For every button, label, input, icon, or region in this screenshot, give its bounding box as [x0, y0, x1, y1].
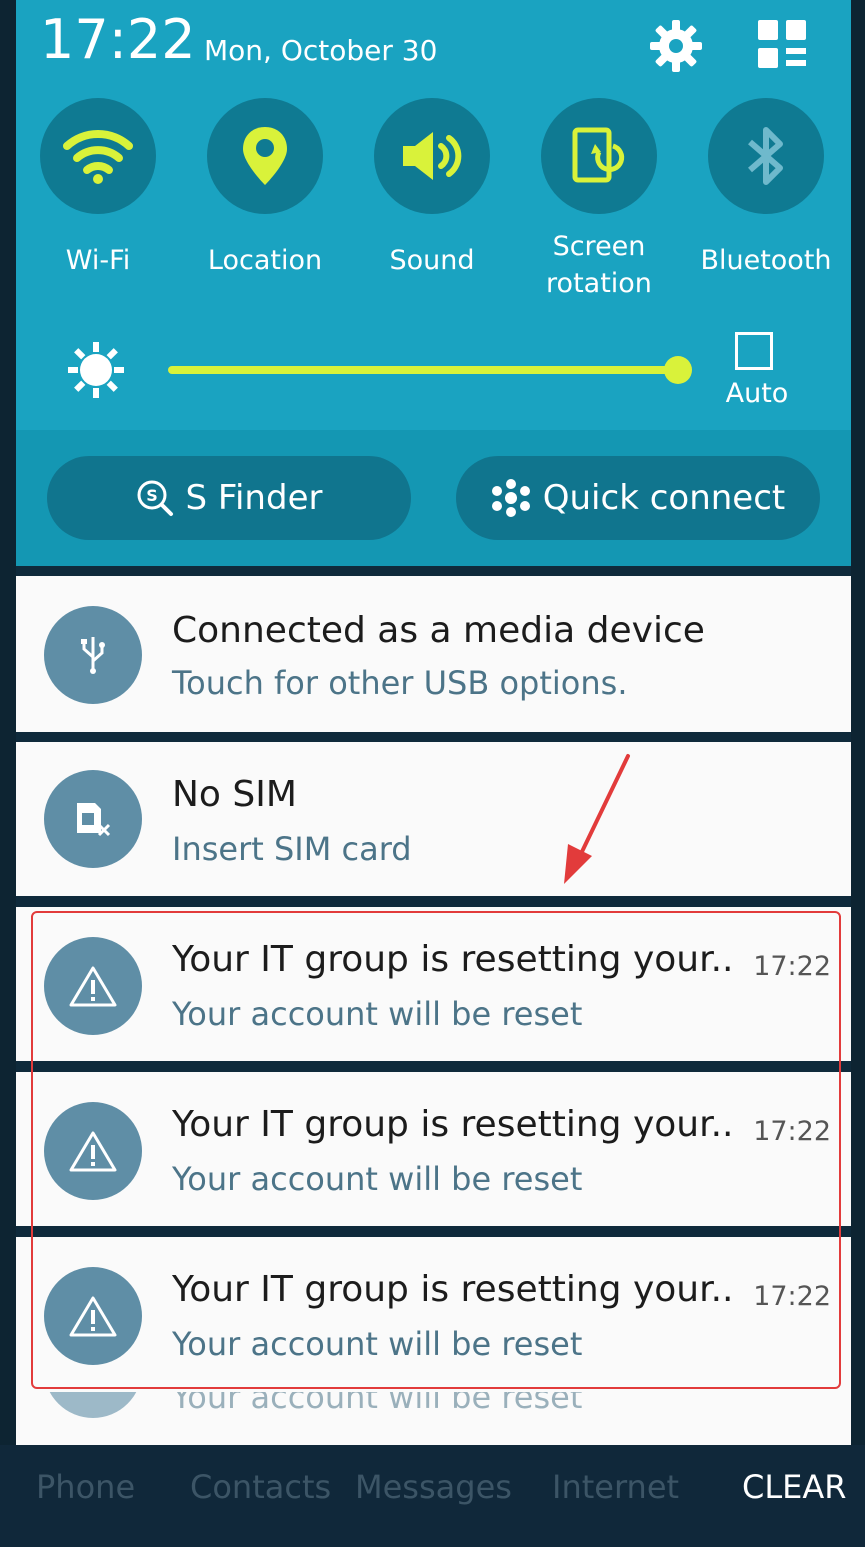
brightness-slider-thumb[interactable] — [663, 356, 692, 384]
bluetooth-icon — [748, 127, 783, 185]
warning-icon — [69, 966, 117, 1007]
auto-brightness-checkbox[interactable] — [735, 332, 773, 370]
wifi-icon — [63, 130, 133, 184]
notification-partial[interactable]: Your account will be reset — [16, 1392, 851, 1445]
s-finder-icon: S — [137, 480, 173, 516]
notification-time: 17:22 — [753, 1116, 831, 1147]
notification-subtitle: Your account will be reset — [172, 1160, 583, 1198]
notification-no-sim[interactable]: No SIM Insert SIM card — [16, 742, 851, 896]
warning-icon — [69, 1296, 117, 1337]
notification-subtitle: Your account will be reset — [172, 1325, 583, 1363]
toggle-screen-rotation-label-line1: Screen — [552, 231, 646, 262]
quick-settings-top: 17:22 Mon, October 30 Wi-Fi Location Sou… — [16, 0, 851, 430]
dock-messages: Messages — [355, 1468, 512, 1506]
dock-internet: Internet — [552, 1468, 680, 1506]
notification-subtitle: Your account will be reset — [172, 995, 583, 1033]
notification-warning-avatar — [44, 1102, 142, 1200]
clear-notifications-button[interactable]: CLEAR — [742, 1468, 847, 1506]
notification-subtitle: Touch for other USB options. — [172, 664, 628, 702]
quick-settings-panel: 17:22 Mon, October 30 Wi-Fi Location Sou… — [16, 0, 851, 566]
notification-it-reset[interactable]: Your IT group is resetting your.. Your a… — [16, 1072, 851, 1226]
quick-connect-icon — [491, 479, 530, 517]
notification-usb-avatar — [44, 606, 142, 704]
toggle-wifi-label: Wi-Fi — [65, 245, 131, 276]
brightness-icon — [68, 342, 124, 398]
notification-title: No SIM — [172, 774, 297, 815]
clock: 17:22 — [40, 8, 196, 71]
notification-it-reset[interactable]: Your IT group is resetting your.. Your a… — [16, 907, 851, 1061]
svg-text:S: S — [146, 486, 158, 505]
dock-phone: Phone — [36, 1468, 136, 1506]
toggle-sound-label: Sound — [389, 245, 475, 276]
dock-contacts: Contacts — [190, 1468, 332, 1506]
annotation-arrow-icon — [564, 754, 630, 884]
notification-partial-avatar — [44, 1392, 142, 1418]
warning-icon — [69, 1131, 117, 1172]
quick-connect-label: Quick connect — [542, 478, 786, 518]
toggle-wifi[interactable]: Wi-Fi — [18, 98, 178, 279]
location-pin-icon — [243, 127, 287, 185]
notification-usb[interactable]: Connected as a media device Touch for ot… — [16, 576, 851, 732]
notification-time: 17:22 — [753, 1281, 831, 1312]
auto-brightness-label: Auto — [725, 378, 789, 409]
screen-rotation-icon — [572, 127, 625, 183]
quick-connect-button[interactable]: Quick connect — [456, 456, 820, 540]
speaker-icon — [403, 132, 462, 180]
s-finder-label: S Finder — [185, 478, 323, 518]
toggle-sound[interactable]: Sound — [352, 98, 512, 279]
toggle-bluetooth-label: Bluetooth — [700, 245, 832, 276]
notification-subtitle: Insert SIM card — [172, 830, 412, 868]
right-edge — [851, 0, 865, 1547]
toggle-location-label: Location — [207, 245, 323, 276]
notification-title: Your IT group is resetting your.. — [172, 939, 734, 980]
notification-warning-avatar — [44, 1267, 142, 1365]
notification-warning-avatar — [44, 937, 142, 1035]
toggle-screen-rotation[interactable]: Screen rotation — [519, 98, 679, 302]
toggle-bluetooth[interactable]: Bluetooth — [686, 98, 846, 279]
notification-subtitle: Your account will be reset — [172, 1392, 583, 1416]
settings-gear-icon[interactable] — [648, 18, 704, 74]
toggle-screen-rotation-label-line2: rotation — [546, 268, 652, 299]
notification-title: Your IT group is resetting your.. — [172, 1104, 734, 1145]
notification-title: Your IT group is resetting your.. — [172, 1269, 734, 1310]
notification-no-sim-avatar — [44, 770, 142, 868]
usb-icon — [81, 637, 105, 674]
date: Mon, October 30 — [204, 34, 438, 67]
notification-time: 17:22 — [753, 951, 831, 982]
brightness-slider-track[interactable] — [168, 366, 688, 374]
toggle-screen-rotation-label: Screen rotation — [519, 228, 679, 302]
left-edge — [0, 0, 16, 1547]
toggle-location[interactable]: Location — [185, 98, 345, 279]
no-sim-icon — [77, 803, 111, 837]
edit-quick-settings-icon[interactable] — [756, 18, 810, 72]
notification-title: Connected as a media device — [172, 610, 705, 651]
notification-it-reset[interactable]: Your IT group is resetting your.. Your a… — [16, 1237, 851, 1392]
s-finder-button[interactable]: S S Finder — [47, 456, 411, 540]
